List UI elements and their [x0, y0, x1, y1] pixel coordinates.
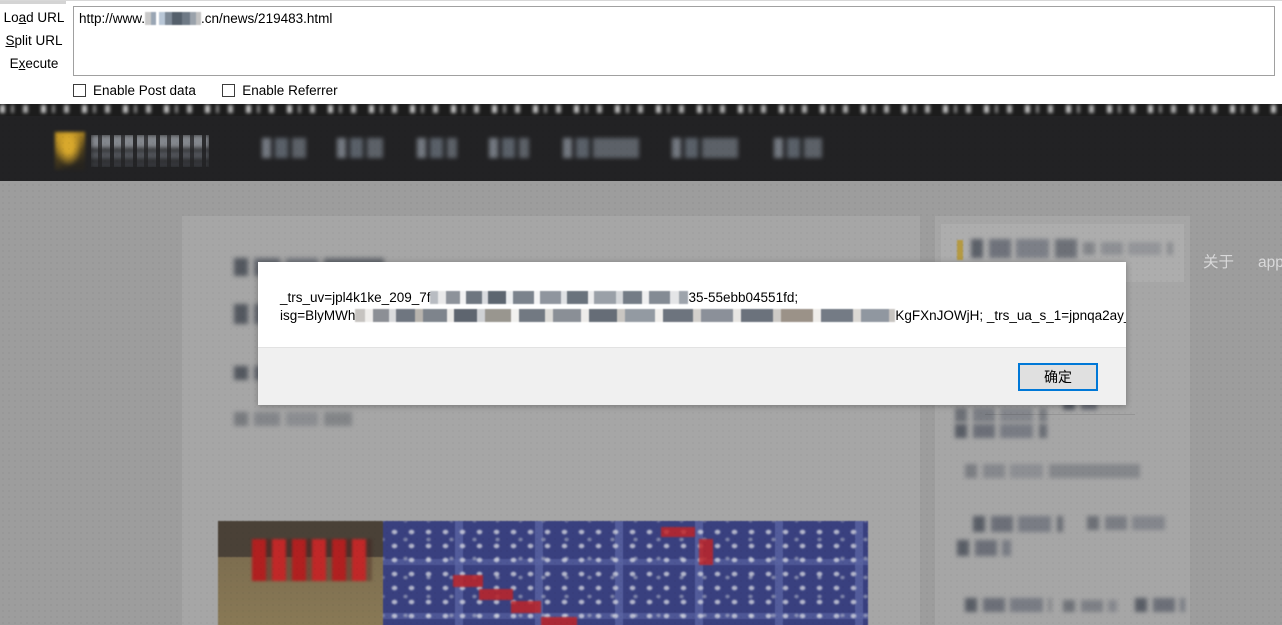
page-top-strip-blurred-text: [0, 105, 1282, 113]
photo-notice-board: [383, 521, 868, 625]
nav-menu-item-2[interactable]: [337, 138, 383, 158]
cookie-line1-redacted: [430, 291, 689, 304]
dialog-footer: 确定: [258, 347, 1126, 405]
sidebar-accent-bar: [957, 240, 963, 260]
site-logo[interactable]: [55, 132, 210, 170]
article-photo: [218, 521, 868, 625]
dialog-message-line-2: isg=BlyMWh KgFXnJOWjH; _trs_ua_s_1=jpnqa2…: [280, 307, 1126, 325]
sidebar-item-line-11: [1135, 598, 1185, 612]
javascript-alert-dialog: _trs_uv=jpl4k1ke_209_7f 35-55ebb04551fd; …: [258, 262, 1126, 405]
cookie-line2-suffix: KgFXnJOWjH; _trs_ua_s_1=jpnqa2ay_209_a1u…: [895, 308, 1126, 323]
cookie-line2-prefix: isg=BlyMWh: [280, 308, 356, 323]
enable-referrer-checkbox[interactable]: Enable Referrer: [222, 83, 338, 98]
sidebar-item-line-10: [1063, 600, 1117, 612]
dialog-message-line-1: _trs_uv=jpl4k1ke_209_7f 35-55ebb04551fd;: [280, 289, 1106, 307]
sidebar-heading-line: [971, 239, 1077, 258]
checkbox-box-referrer[interactable]: [222, 84, 236, 97]
photo-red-tags: [383, 521, 868, 625]
sidebar-item-line-7: [1087, 516, 1167, 530]
nav-menu-item-5[interactable]: [563, 138, 639, 158]
page-top-strip: [0, 104, 1282, 116]
sidebar-divider-1: [985, 414, 1135, 415]
article-body-line-1: [234, 412, 352, 426]
url-input[interactable]: http://www. .cn/news/219483.html: [73, 6, 1275, 76]
sidebar-item-line-6: [973, 516, 1063, 532]
checkbox-box-post-data[interactable]: [73, 84, 86, 97]
enable-post-data-checkbox[interactable]: Enable Post data: [73, 83, 196, 98]
dialog-ok-button[interactable]: 确定: [1018, 363, 1098, 391]
url-toolbar: Load URL Split URL Execute http://www. .c…: [0, 0, 1282, 104]
cookie-line1-prefix: _trs_uv=jpl4k1ke_209_7f: [280, 290, 431, 305]
split-url-button[interactable]: Split URL: [0, 29, 68, 52]
cookie-line1-suffix: 35-55ebb04551fd;: [688, 290, 799, 305]
nav-link-about[interactable]: 关于: [1203, 243, 1234, 282]
url-prefix-text: http://www.: [79, 11, 146, 26]
cookie-line2-redacted: [355, 309, 896, 322]
logo-mark-icon: [55, 132, 85, 170]
dialog-message-body: _trs_uv=jpl4k1ke_209_7f 35-55ebb04551fd; …: [258, 262, 1126, 347]
nav-menu-item-7[interactable]: [774, 138, 822, 158]
nav-menu-item-6[interactable]: [672, 138, 738, 158]
toolbar-checkbox-row: Enable Post data Enable Referrer: [73, 83, 360, 103]
load-url-button[interactable]: Load URL: [0, 6, 68, 29]
sidebar-item-line-3: [955, 408, 1047, 422]
sidebar-item-line-4: [955, 424, 1047, 438]
sidebar-heading-line-2: [1083, 242, 1173, 255]
enable-referrer-label: Enable Referrer: [242, 83, 338, 98]
toolbar-button-group: Load URL Split URL Execute: [0, 6, 68, 75]
sidebar-item-line-9: [965, 598, 1051, 612]
sidebar-item-line-5: [965, 464, 1140, 478]
nav-menu-item-3[interactable]: [417, 138, 457, 158]
photo-red-decor: [252, 539, 372, 581]
url-suffix-text: .cn/news/219483.html: [201, 11, 333, 26]
logo-wordmark: [91, 135, 209, 167]
sidebar-item-line-8: [957, 540, 1011, 556]
execute-button[interactable]: Execute: [0, 52, 68, 75]
enable-post-data-label: Enable Post data: [93, 83, 196, 98]
toolbar-tab-stub: [0, 1, 66, 4]
nav-menu-item-4[interactable]: [489, 138, 529, 158]
url-redacted-domain: [145, 12, 202, 25]
app-root: Load URL Split URL Execute http://www. .c…: [0, 0, 1282, 625]
nav-menu-item-1[interactable]: [262, 138, 306, 158]
site-navbar: [0, 116, 1282, 181]
nav-link-app[interactable]: app: [1258, 243, 1282, 282]
